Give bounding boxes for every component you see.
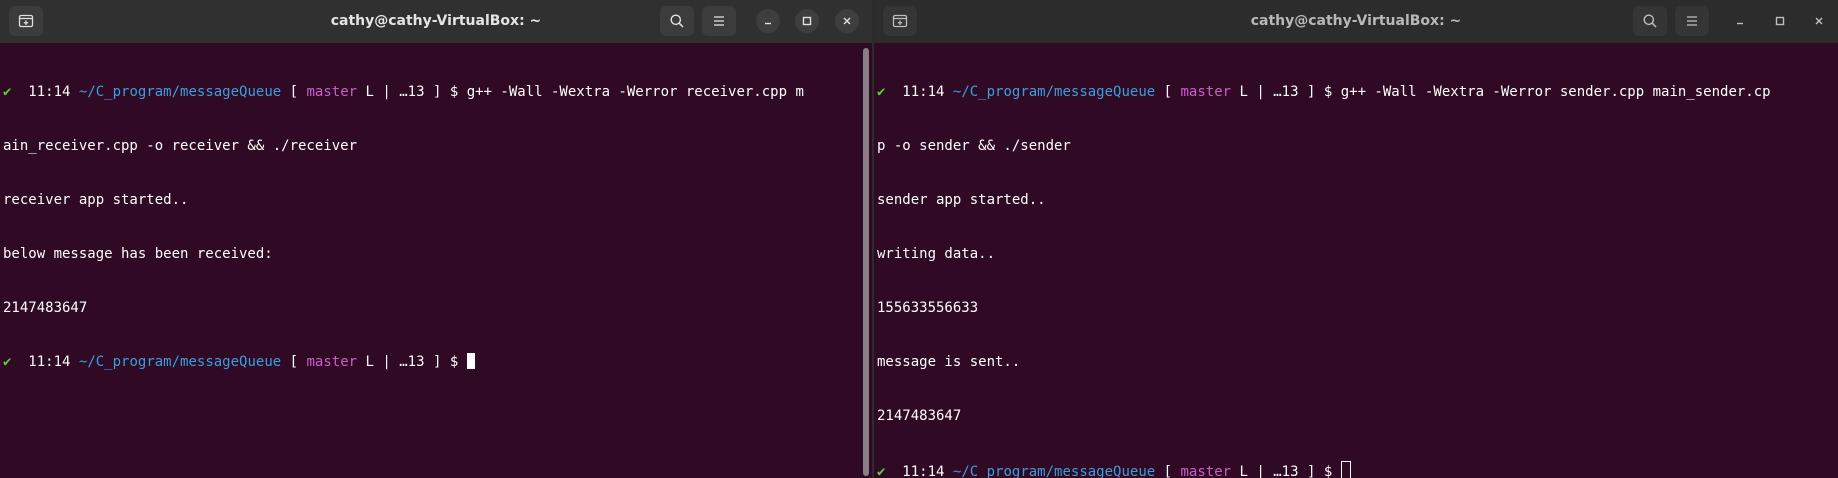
command-continuation: ain_receiver.cpp -o receiver && ./receiv… [3, 138, 358, 154]
new-tab-button[interactable] [883, 6, 917, 36]
prompt-bracket: [ [1163, 464, 1173, 478]
output-line: 2147483647 [3, 300, 88, 316]
close-icon [841, 15, 853, 27]
text-cursor[interactable] [1340, 461, 1351, 478]
maximize-icon [801, 15, 813, 27]
maximize-button[interactable] [795, 9, 819, 33]
output-line: below message has been received: [3, 246, 273, 262]
output-line: writing data.. [877, 246, 996, 262]
close-icon [1813, 15, 1825, 27]
minimize-icon [1734, 15, 1746, 27]
search-icon [669, 13, 685, 29]
prompt-bracket: [ [1163, 84, 1173, 100]
command-text: g++ -Wall -Wextra -Werror receiver.cpp m [466, 84, 804, 100]
prompt-symbol: $ [449, 84, 459, 100]
close-button[interactable] [835, 9, 859, 33]
output-line: receiver app started.. [3, 192, 189, 208]
prompt-line: ✔ 11:14 ~/C_program/messageQueue [ maste… [877, 461, 1828, 478]
prompt-git-status: L | …13 [1239, 84, 1299, 100]
search-button[interactable] [1633, 6, 1667, 36]
output-line: sender app started.. [877, 192, 1046, 208]
output-line: 155633556633 [877, 300, 979, 316]
menu-button[interactable] [702, 6, 736, 36]
prompt-bracket: ] [432, 354, 442, 370]
prompt-path: ~/C_program/messageQueue [78, 84, 282, 100]
maximize-button[interactable] [1768, 9, 1792, 33]
terminal-window-sender[interactable]: cathy@cathy-VirtualBox: ~ ✔ 11:14 ~/C_pr… [874, 0, 1838, 478]
new-tab-icon [892, 13, 908, 29]
prompt-bracket: ] [1306, 464, 1316, 478]
prompt-path: ~/C_program/messageQueue [952, 84, 1156, 100]
prompt-branch: master [306, 84, 358, 100]
close-button[interactable] [1807, 9, 1831, 33]
prompt-branch: master [1180, 464, 1232, 478]
prompt-branch: master [1180, 84, 1232, 100]
check-icon: ✔ [877, 84, 886, 100]
prompt-line: ✔ 11:14 ~/C_program/messageQueue [ maste… [3, 353, 862, 371]
minimize-icon [762, 15, 774, 27]
prompt-path: ~/C_program/messageQueue [78, 354, 282, 370]
terminal-output[interactable]: ✔ 11:14 ~/C_program/messageQueue [ maste… [877, 47, 1828, 478]
prompt-time: 11:14 [28, 84, 71, 100]
minimize-button[interactable] [756, 9, 780, 33]
prompt-symbol: $ [1323, 464, 1333, 478]
prompt-path: ~/C_program/messageQueue [952, 464, 1156, 478]
prompt-bracket: [ [289, 84, 299, 100]
menu-button[interactable] [1675, 6, 1709, 36]
prompt-bracket: [ [289, 354, 299, 370]
search-icon [1642, 13, 1658, 29]
output-line: message is sent.. [877, 354, 1021, 370]
text-cursor[interactable] [466, 353, 475, 369]
command-continuation: p -o sender && ./sender [877, 138, 1071, 154]
output-line: 2147483647 [877, 408, 962, 424]
prompt-time: 11:14 [902, 464, 945, 478]
prompt-git-status: L | …13 [365, 354, 425, 370]
prompt-bracket: ] [432, 84, 442, 100]
terminal-window-receiver[interactable]: cathy@cathy-VirtualBox: ~ ✔ 11:14 ~/C_pr… [0, 0, 872, 478]
check-icon: ✔ [3, 354, 12, 370]
terminal-output[interactable]: ✔ 11:14 ~/C_program/messageQueue [ maste… [3, 47, 862, 478]
command-line: ✔ 11:14 ~/C_program/messageQueue [ maste… [3, 83, 862, 101]
check-icon: ✔ [877, 464, 886, 478]
prompt-symbol: $ [1323, 84, 1333, 100]
prompt-time: 11:14 [902, 84, 945, 100]
command-line: ✔ 11:14 ~/C_program/messageQueue [ maste… [877, 83, 1828, 101]
new-tab-icon [18, 13, 34, 29]
prompt-symbol: $ [449, 354, 459, 370]
check-icon: ✔ [3, 84, 12, 100]
prompt-git-status: L | …13 [1239, 464, 1299, 478]
command-text: g++ -Wall -Wextra -Werror sender.cpp mai… [1340, 84, 1771, 100]
new-tab-button[interactable] [9, 6, 43, 36]
hamburger-menu-icon [711, 13, 727, 29]
prompt-branch: master [306, 354, 358, 370]
hamburger-menu-icon [1684, 13, 1700, 29]
search-button[interactable] [660, 6, 694, 36]
prompt-time: 11:14 [28, 354, 71, 370]
maximize-icon [1774, 15, 1786, 27]
scrollbar[interactable] [863, 48, 869, 476]
title-bar[interactable]: cathy@cathy-VirtualBox: ~ [874, 0, 1838, 43]
window-title: cathy@cathy-VirtualBox: ~ [330, 13, 542, 29]
prompt-bracket: ] [1306, 84, 1316, 100]
minimize-button[interactable] [1728, 9, 1752, 33]
prompt-git-status: L | …13 [365, 84, 425, 100]
title-bar[interactable]: cathy@cathy-VirtualBox: ~ [0, 0, 872, 43]
